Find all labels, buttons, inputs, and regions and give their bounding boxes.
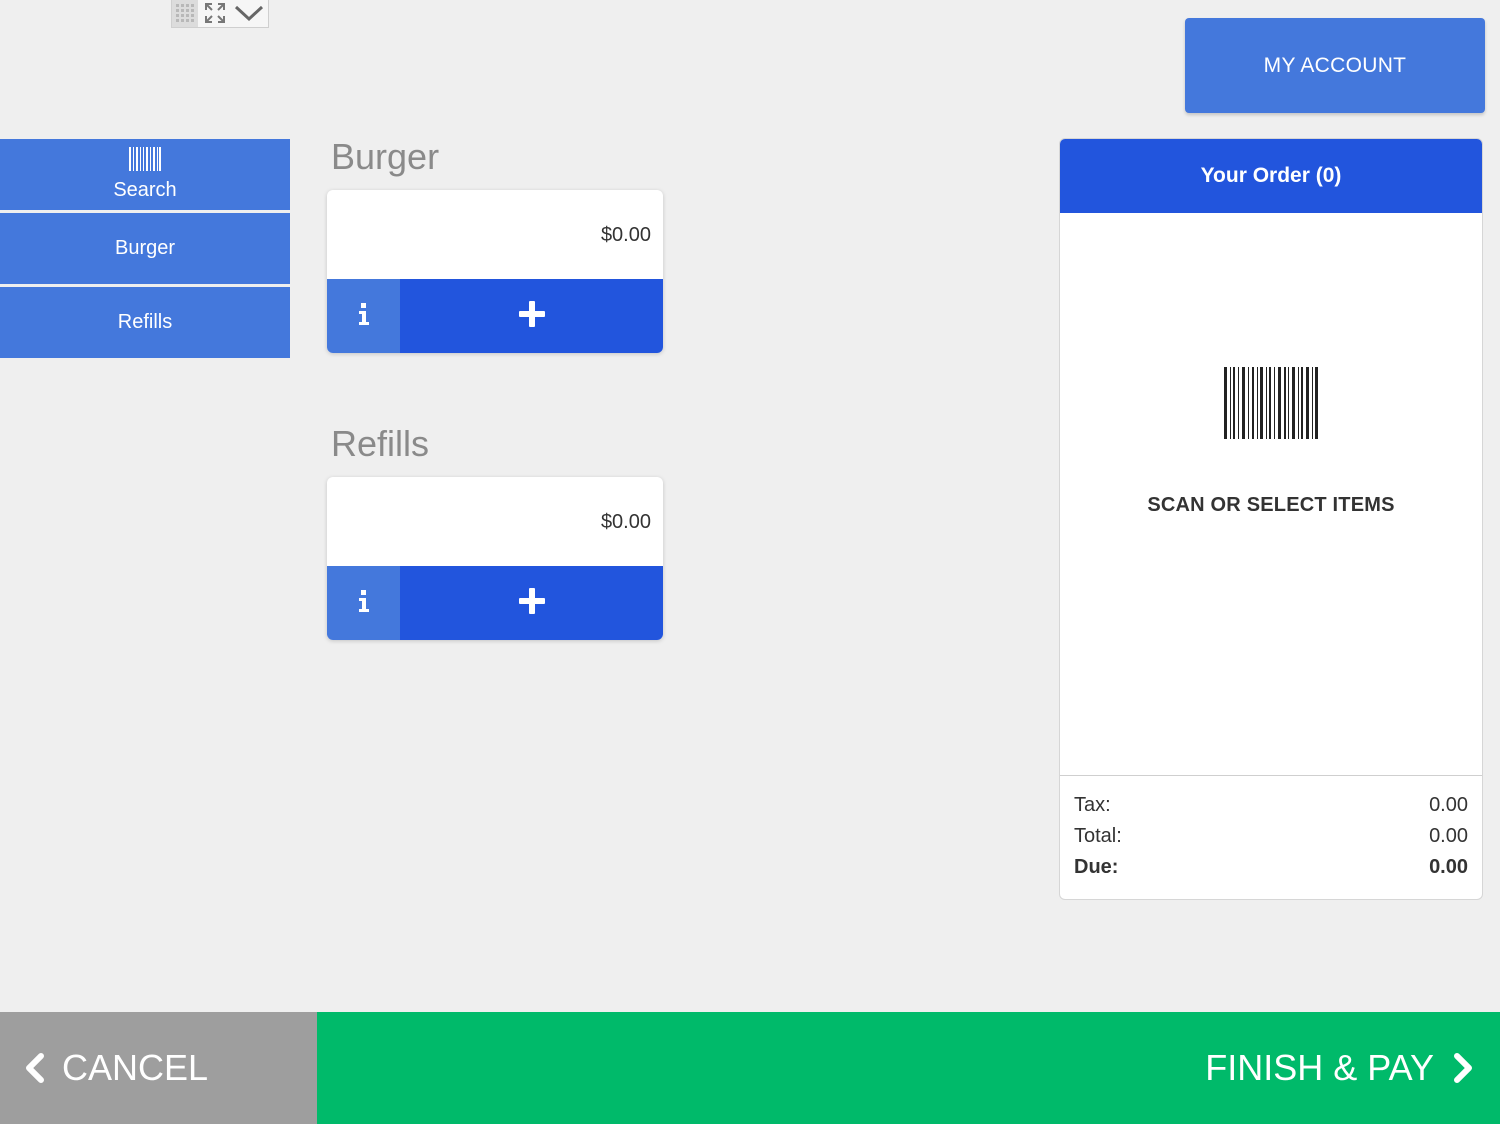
finish-label: FINISH & PAY [1205,1047,1434,1088]
total-value: 0.00 [1429,825,1468,847]
product-actions [327,279,663,353]
bottom-action-bar: CANCEL FINISH & PAY [0,1012,1500,1124]
order-panel: Your Order (0) SCAN OR SELECT ITEMS Tax:… [1059,138,1483,900]
chevron-left-icon [24,1052,46,1084]
chevron-right-icon [1452,1052,1474,1084]
order-header: Your Order (0) [1060,139,1482,213]
add-to-order-button[interactable] [400,566,663,640]
info-icon [358,589,370,618]
chevron-down-icon[interactable] [232,0,266,27]
info-button[interactable] [327,566,400,640]
add-to-order-button[interactable] [400,279,663,353]
category-sidebar: Search Burger Refills [0,139,290,361]
cancel-button[interactable]: CANCEL [0,1012,317,1124]
finish-pay-button[interactable]: FINISH & PAY [317,1012,1500,1124]
view-toolbar [171,0,269,28]
sidebar-item-label: Search [113,179,177,201]
my-account-button[interactable]: MY ACCOUNT [1185,18,1485,113]
product-price: $0.00 [600,224,651,246]
product-actions [327,566,663,640]
barcode-icon [128,147,162,177]
cancel-label: CANCEL [62,1047,209,1088]
barcode-icon [1224,367,1318,443]
grid-icon[interactable] [172,0,198,27]
sidebar-item-refills[interactable]: Refills [0,287,290,358]
category-title-burger: Burger [331,136,440,177]
due-label: Due: [1074,856,1119,878]
plus-icon [518,587,546,620]
info-button[interactable] [327,279,400,353]
product-card: $0.00 [327,477,663,640]
sidebar-item-label: Refills [117,311,173,333]
due-value: 0.00 [1429,856,1468,878]
info-icon [358,302,370,331]
total-row: Total: 0.00 [1074,825,1468,856]
scan-message: SCAN OR SELECT ITEMS [1147,494,1395,516]
product-card: $0.00 [327,190,663,353]
due-row: Due: 0.00 [1074,856,1468,887]
category-title-refills: Refills [331,423,430,464]
order-totals: Tax: 0.00 Total: 0.00 Due: 0.00 [1060,775,1482,887]
tax-label: Tax: [1074,794,1111,816]
total-label: Total: [1074,825,1122,847]
sidebar-item-search[interactable]: Search [0,139,290,210]
sidebar-item-label: Burger [114,237,176,259]
order-empty-state: SCAN OR SELECT ITEMS [1060,367,1482,517]
expand-icon[interactable] [198,0,232,27]
product-price: $0.00 [600,511,651,533]
tax-row: Tax: 0.00 [1074,794,1468,825]
plus-icon [518,300,546,333]
sidebar-item-burger[interactable]: Burger [0,213,290,284]
tax-value: 0.00 [1429,794,1468,816]
